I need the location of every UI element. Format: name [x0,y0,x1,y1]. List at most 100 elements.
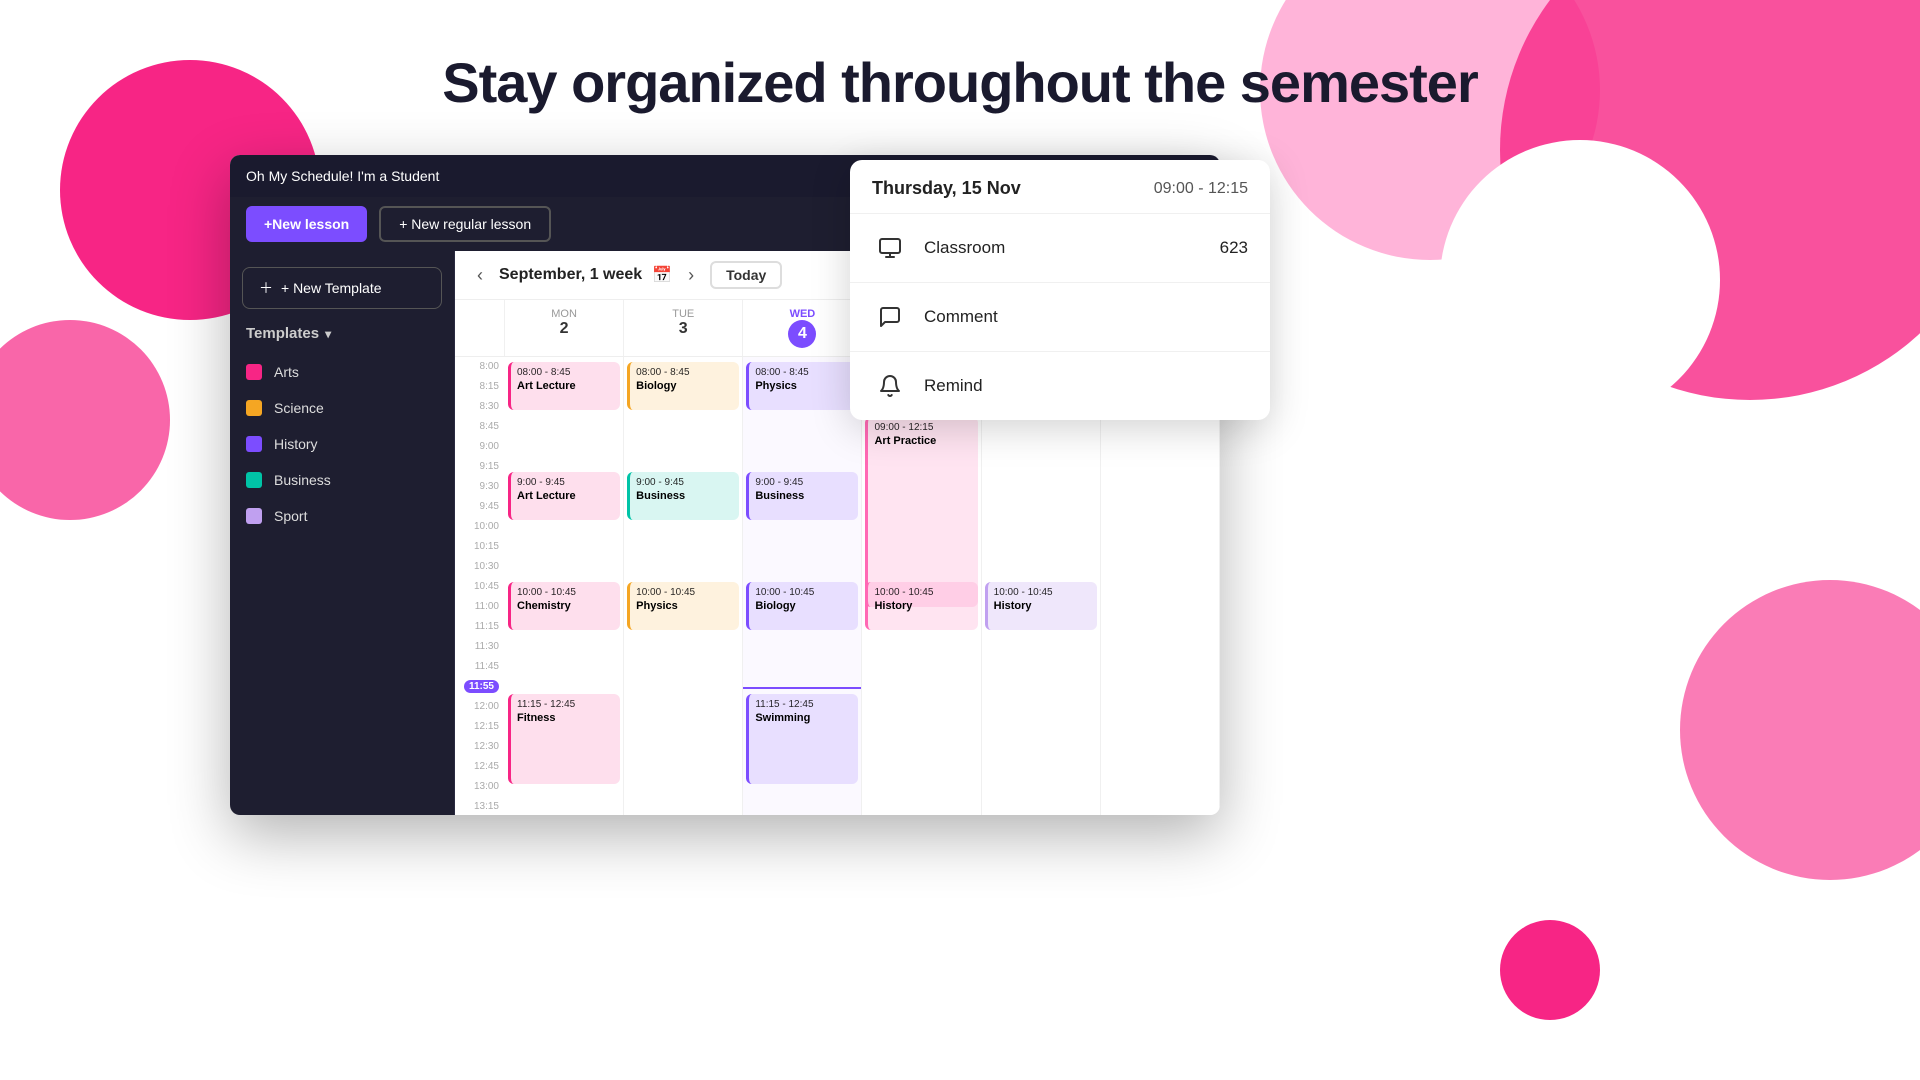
bg-decoration-3 [1260,0,1600,260]
time-1130: 11:30 [455,637,505,657]
time-1300: 13:00 [455,777,505,797]
time-1045: 10:45 [455,577,505,597]
history-label: History [274,436,318,452]
sidebar-item-history[interactable]: History [230,426,454,462]
time-1315: 13:15 [455,797,505,815]
plus-icon: ＋ [259,278,273,298]
new-template-label: + New Template [281,280,382,296]
time-945: 9:45 [455,497,505,517]
event-wed-biology[interactable]: 10:00 - 10:45 Biology [746,582,858,630]
chevron-down-icon: ▾ [325,327,331,341]
templates-header[interactable]: Templates ▾ [230,325,454,354]
event-mon-chemistry[interactable]: 10:00 - 10:45 Chemistry [508,582,620,630]
day-header-mon: MON 2 [505,300,624,356]
classroom-label: Classroom [924,238,1204,258]
day-col-fri: 10:00 - 10:45 History [982,357,1101,815]
popup-remind-row[interactable]: Remind [850,352,1270,420]
day-header-tue: TUE 3 [624,300,743,356]
popup-date: Thursday, 15 Nov [872,178,1021,199]
popup-time: 09:00 - 12:15 [1154,180,1248,198]
popup-title-row: Thursday, 15 Nov 09:00 - 12:15 [850,160,1270,214]
time-1115: 11:15 [455,617,505,637]
next-button[interactable]: › [682,263,700,288]
sidebar-item-arts[interactable]: Arts [230,354,454,390]
science-color-dot [246,400,262,416]
bg-decoration-7 [1500,920,1600,1020]
day-col-tue: 08:00 - 8:45 Biology 9:00 - 9:45 Busines… [624,357,743,815]
time-1100: 11:00 [455,597,505,617]
calendar-period: September, 1 week [499,266,642,284]
time-1245: 12:45 [455,757,505,777]
event-tue-business[interactable]: 9:00 - 9:45 Business [627,472,739,520]
event-thu-art-practice[interactable]: 09:00 - 12:15 Art Practice [865,417,977,607]
classroom-icon [872,230,908,266]
day-col-thu: 09:00 - 12:15 Art Practice 10:00 - 10:45… [862,357,981,815]
science-label: Science [274,400,324,416]
sidebar-item-business[interactable]: Business [230,462,454,498]
new-lesson-button[interactable]: +New lesson [246,206,367,242]
business-color-dot [246,472,262,488]
comment-icon [872,299,908,335]
arts-color-dot [246,364,262,380]
templates-label: Templates [246,325,319,342]
event-mon-art-lecture-1[interactable]: 08:00 - 8:45 Art Lecture [508,362,620,410]
sidebar-item-science[interactable]: Science [230,390,454,426]
event-mon-fitness[interactable]: 11:15 - 12:45 Fitness [508,694,620,784]
classroom-value: 623 [1220,238,1248,258]
popup-classroom-row[interactable]: Classroom 623 [850,214,1270,283]
new-template-button[interactable]: ＋ + New Template [242,267,442,309]
time-815: 8:15 [455,377,505,397]
time-1015: 10:15 [455,537,505,557]
event-wed-swimming[interactable]: 11:15 - 12:45 Swimming [746,694,858,784]
time-1030: 10:30 [455,557,505,577]
time-1230: 12:30 [455,737,505,757]
time-900: 9:00 [455,437,505,457]
new-regular-lesson-button[interactable]: + New regular lesson [379,206,551,242]
remind-icon [872,368,908,404]
sidebar-item-sport[interactable]: Sport [230,498,454,534]
prev-button[interactable]: ‹ [471,263,489,288]
time-930: 9:30 [455,477,505,497]
day-col-mon: 08:00 - 8:45 Art Lecture 9:00 - 9:45 Art… [505,357,624,815]
event-tue-biology[interactable]: 08:00 - 8:45 Biology [627,362,739,410]
time-1155: 11:55 [455,677,505,697]
time-1200: 12:00 [455,697,505,717]
remind-label: Remind [924,376,1248,396]
popup-comment-row[interactable]: Comment [850,283,1270,352]
sidebar: ＋ + New Template Templates ▾ Arts Scienc… [230,251,455,815]
business-label: Business [274,472,331,488]
event-mon-art-lecture-2[interactable]: 9:00 - 9:45 Art Lecture [508,472,620,520]
page-headline: Stay organized throughout the semester [0,50,1920,115]
calendar-body: 8:00 8:15 8:30 8:45 9:00 9:15 9:30 9:45 … [455,357,1220,815]
day-col-sat [1101,357,1220,815]
time-column: 8:00 8:15 8:30 8:45 9:00 9:15 9:30 9:45 … [455,357,505,815]
time-1000: 10:00 [455,517,505,537]
calendar-icon[interactable]: 📅 [652,265,672,285]
bg-decoration-2 [0,320,170,520]
sport-label: Sport [274,508,307,524]
event-wed-business[interactable]: 9:00 - 9:45 Business [746,472,858,520]
time-1145: 11:45 [455,657,505,677]
time-800: 8:00 [455,357,505,377]
today-button[interactable]: Today [710,261,782,289]
event-wed-physics[interactable]: 08:00 - 8:45 Physics [746,362,858,410]
event-fri-history[interactable]: 10:00 - 10:45 History [985,582,1097,630]
event-popup: Thursday, 15 Nov 09:00 - 12:15 Classroom… [850,160,1270,420]
cal-nav-left: ‹ September, 1 week 📅 › Today [471,261,782,289]
window-title: Oh My Schedule! I'm a Student [246,168,439,184]
history-color-dot [246,436,262,452]
arts-label: Arts [274,364,299,380]
day-header-wed: WED 4 [743,300,862,356]
time-845: 8:45 [455,417,505,437]
bg-decoration-5 [1440,140,1720,420]
time-header [455,300,505,356]
time-830: 8:30 [455,397,505,417]
event-thu-history[interactable]: 10:00 - 10:45 History [865,582,977,630]
comment-label: Comment [924,307,1248,327]
bg-decoration-6 [1680,580,1920,880]
now-line [743,687,861,689]
sport-color-dot [246,508,262,524]
time-1215: 12:15 [455,717,505,737]
event-tue-physics[interactable]: 10:00 - 10:45 Physics [627,582,739,630]
toolbar-left: +New lesson + New regular lesson [246,206,551,242]
